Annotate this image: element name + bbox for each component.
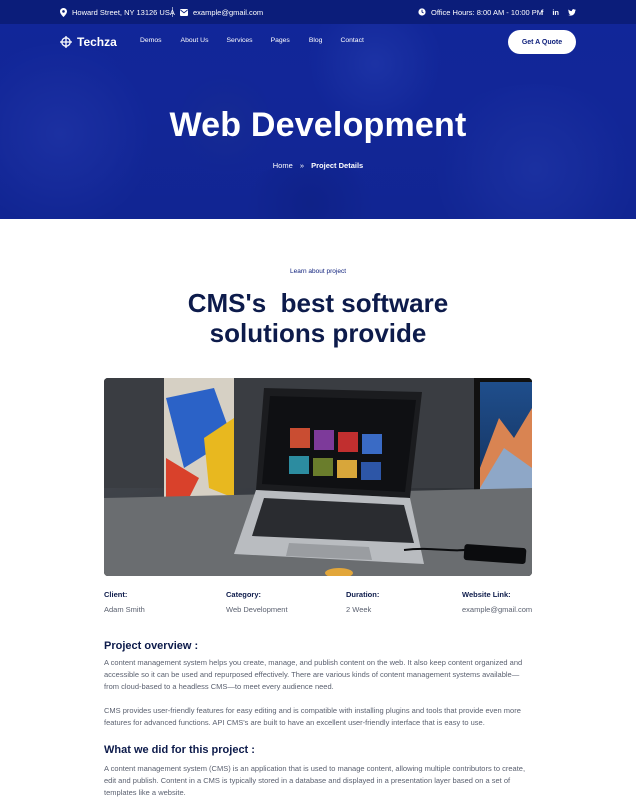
nav-item-about-us[interactable]: About Us xyxy=(181,37,209,44)
nav-item-demos[interactable]: Demos xyxy=(140,37,162,44)
detail-label: Category: xyxy=(226,590,262,599)
office-hours-info: Office Hours: 8:00 AM - 10:00 PM xyxy=(418,0,543,24)
hero-banner: Techza Demos About Us Services Pages Blo… xyxy=(0,24,636,219)
website-link[interactable]: example@gmail.com xyxy=(462,605,532,614)
main-navigation: Demos About Us Services Pages Blog Conta… xyxy=(140,37,364,44)
laptop-photo-illustration xyxy=(104,378,532,576)
breadcrumb-home-link[interactable]: Home xyxy=(273,161,293,170)
work-paragraph-1: A content management system (CMS) is an … xyxy=(104,764,526,797)
nav-item-pages[interactable]: Pages xyxy=(271,37,290,44)
detail-value: Web Development xyxy=(226,605,288,614)
section-eyebrow: Learn about project xyxy=(289,268,346,275)
project-image xyxy=(104,378,532,576)
twitter-icon[interactable] xyxy=(568,8,576,16)
map-pin-icon xyxy=(60,7,67,17)
detail-category: Category: Web Development xyxy=(226,590,288,614)
office-hours-text: Office Hours: 8:00 AM - 10:00 PM xyxy=(431,7,543,17)
detail-label: Duration: xyxy=(346,590,380,599)
detail-value: 2 Week xyxy=(346,605,372,614)
clock-icon xyxy=(418,8,426,16)
detail-label: Website Link: xyxy=(462,590,511,599)
site-logo[interactable]: Techza xyxy=(60,35,117,49)
divider xyxy=(172,7,173,17)
address-info: Howard Street, NY 13126 USA xyxy=(60,0,175,24)
nav-item-contact[interactable]: Contact xyxy=(340,37,363,44)
headline-line-2: solutions provide xyxy=(209,318,427,348)
breadcrumb: Home » Project Details xyxy=(0,161,636,170)
section-headline: CMS's best software solutions provide xyxy=(0,288,636,348)
work-heading: What we did for this project : xyxy=(104,744,255,756)
address-text: Howard Street, NY 13126 USA xyxy=(72,7,175,17)
detail-website-link: Website Link: example@gmail.com xyxy=(462,590,532,614)
envelope-icon xyxy=(180,8,188,16)
breadcrumb-current: Project Details xyxy=(311,161,364,170)
get-a-quote-button[interactable]: Get A Quote xyxy=(508,30,576,54)
detail-value: Adam Smith xyxy=(104,605,145,614)
breadcrumb-separator: » xyxy=(299,161,305,170)
page-title: Web Development xyxy=(169,106,467,144)
overview-paragraph-1: A content management system helps you cr… xyxy=(104,658,523,691)
linkedin-icon[interactable]: in xyxy=(552,8,559,17)
detail-client: Client: Adam Smith xyxy=(104,590,145,614)
overview-paragraph-2: CMS provides user-friendly features for … xyxy=(104,706,521,727)
headline-line-1: CMS's best software xyxy=(187,288,449,318)
social-links: f in xyxy=(541,0,576,24)
email-info[interactable]: example@gmail.com xyxy=(180,0,263,24)
logo-mark-icon xyxy=(60,36,72,48)
nav-item-blog[interactable]: Blog xyxy=(309,37,323,44)
facebook-icon[interactable]: f xyxy=(541,8,544,17)
detail-duration: Duration: 2 Week xyxy=(346,590,379,614)
nav-item-services[interactable]: Services xyxy=(227,37,253,44)
overview-heading: Project overview : xyxy=(104,640,199,652)
top-info-bar: Howard Street, NY 13126 USA example@gmai… xyxy=(0,0,636,24)
email-text[interactable]: example@gmail.com xyxy=(193,8,263,17)
logo-text: Techza xyxy=(77,35,117,49)
detail-label: Client: xyxy=(104,590,128,599)
